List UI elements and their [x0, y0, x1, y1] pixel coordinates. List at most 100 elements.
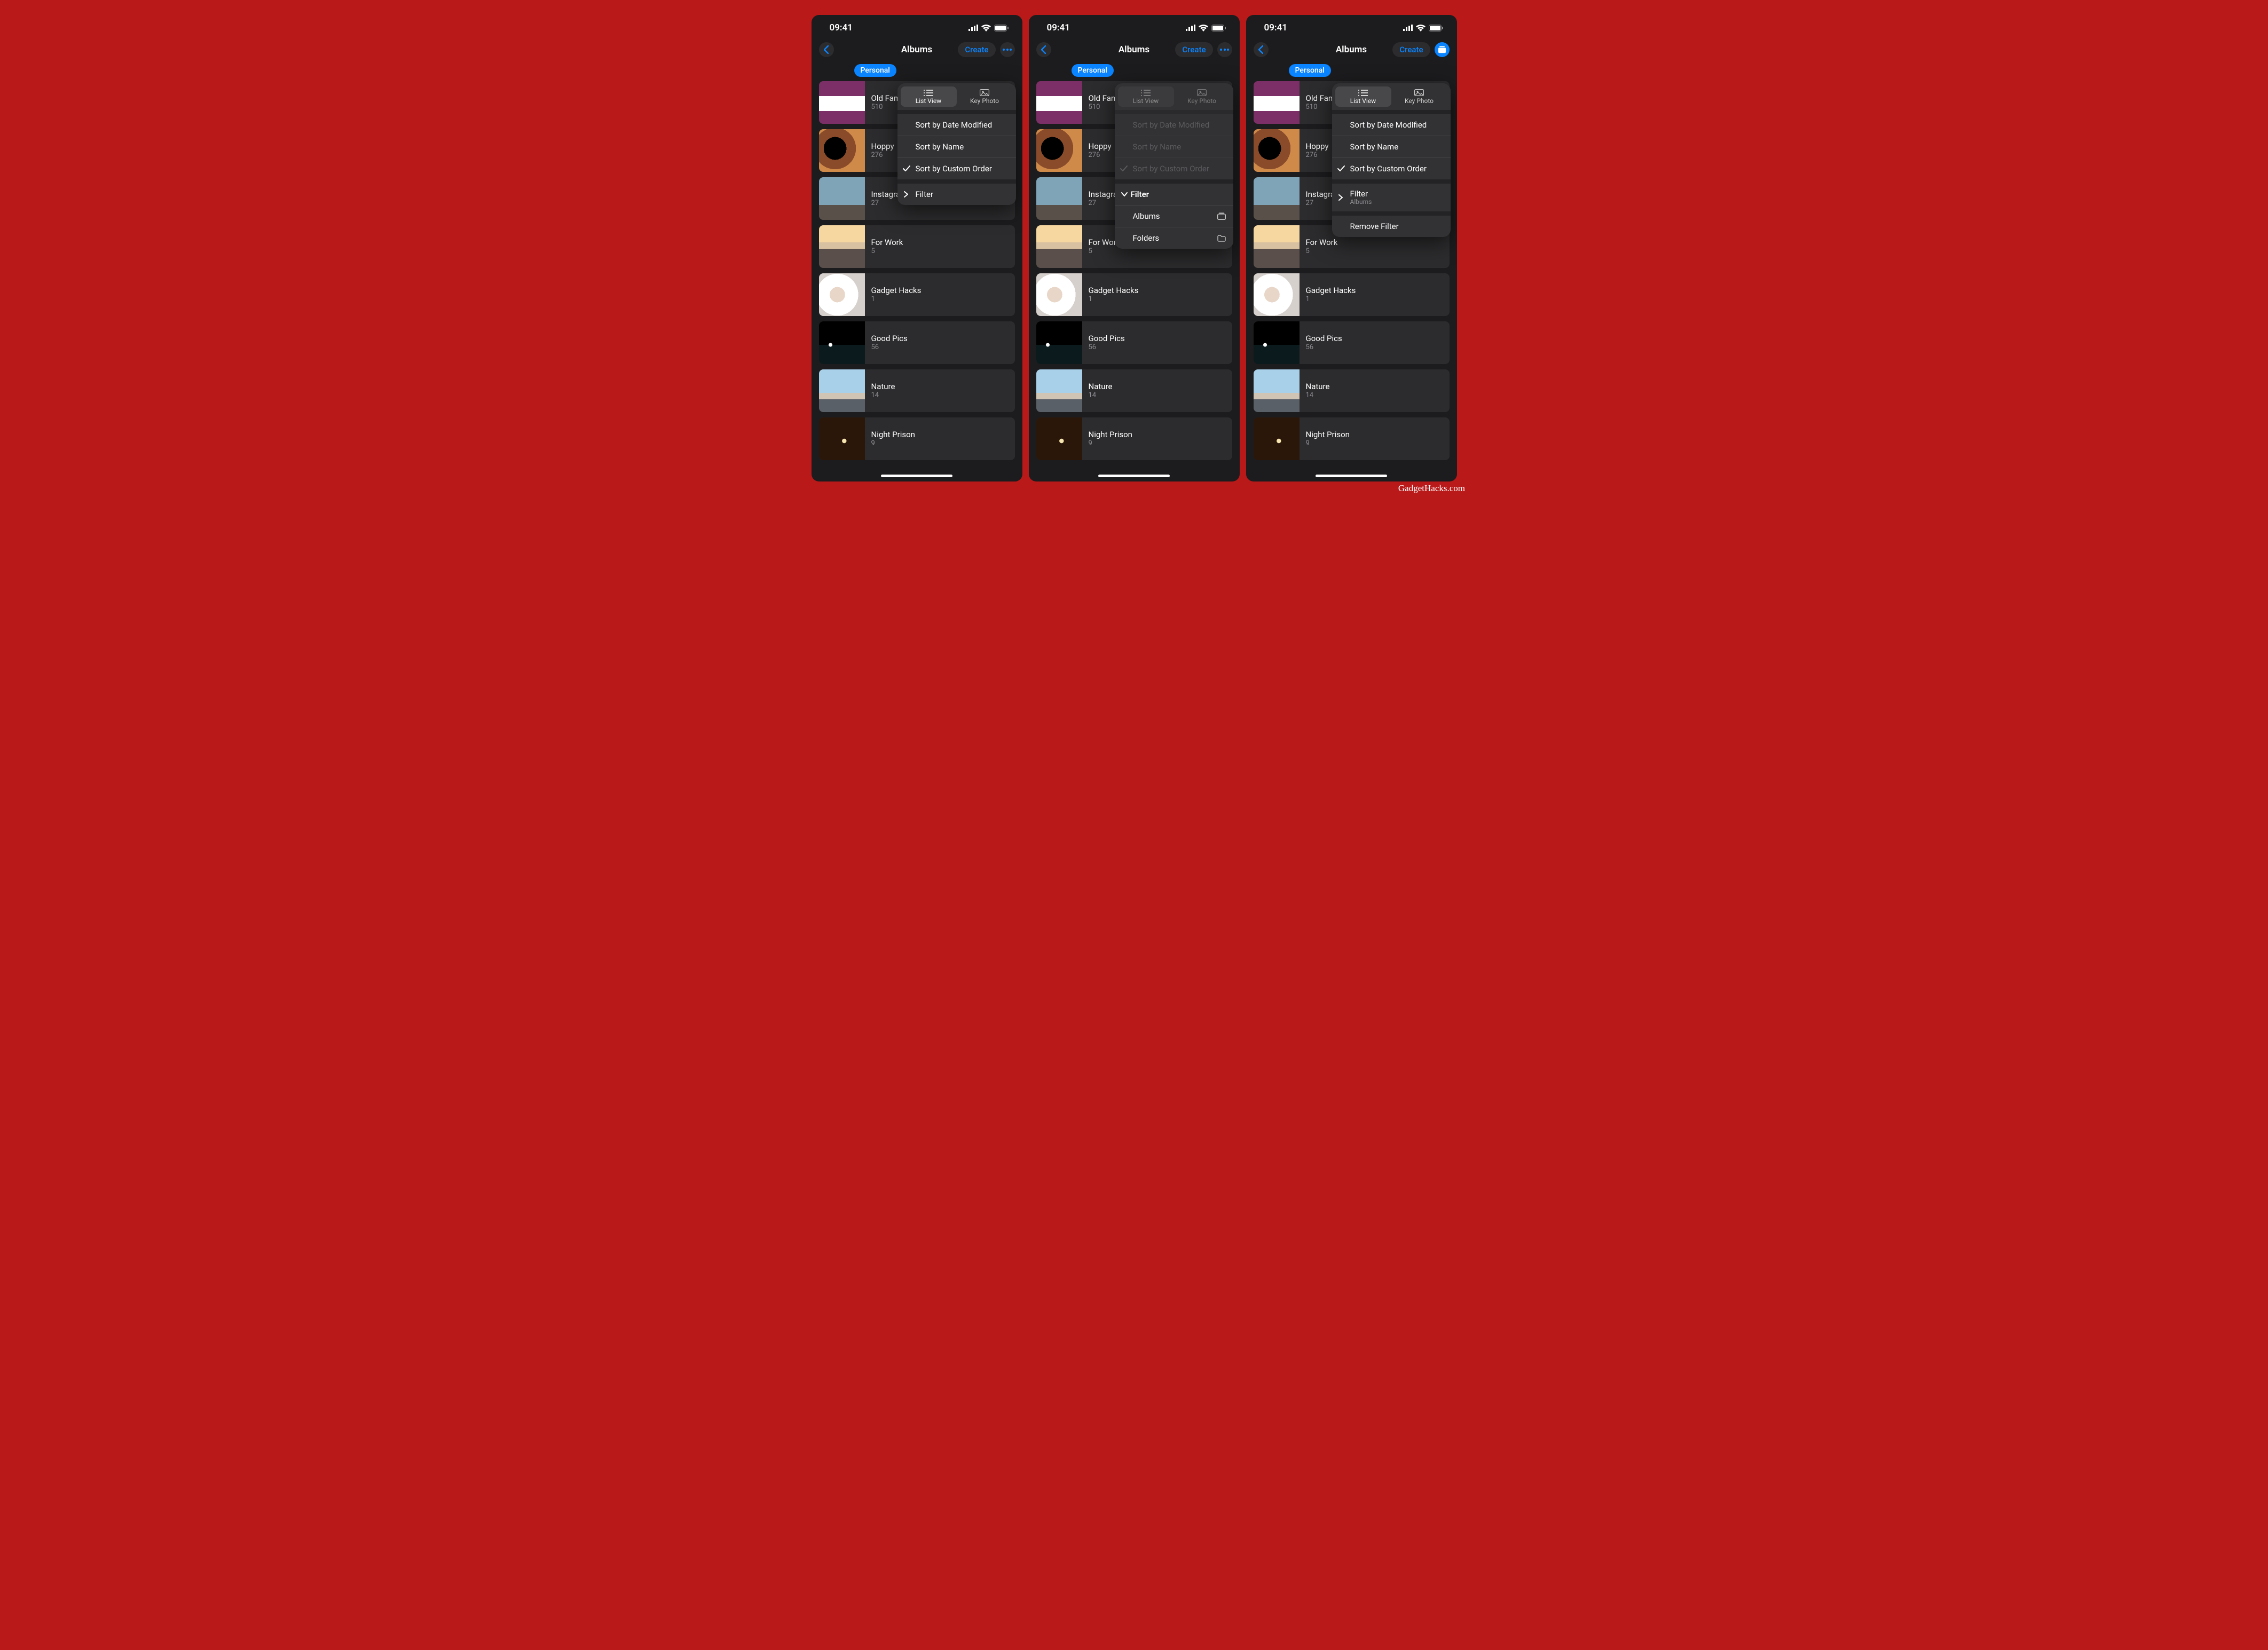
list-view-label: List View: [1133, 97, 1159, 105]
sort-name[interactable]: Sort by Name: [897, 136, 1016, 157]
album-thumb: [1036, 177, 1082, 220]
photo-icon: [1197, 89, 1207, 96]
album-row[interactable]: Nature14: [1036, 369, 1232, 412]
filter-label: Filter: [1350, 189, 1368, 199]
nav-header: Albums Create: [812, 37, 1022, 64]
cellular-icon: [968, 25, 978, 31]
album-row[interactable]: For Work5: [819, 225, 1015, 268]
view-mode-toggle: List View Key Photo: [1115, 83, 1233, 110]
key-photo-toggle[interactable]: Key Photo: [957, 86, 1013, 107]
remove-filter[interactable]: Remove Filter: [1332, 216, 1451, 237]
list-view-toggle[interactable]: List View: [1118, 86, 1174, 107]
sort-name[interactable]: Sort by Name: [1332, 136, 1451, 157]
status-time: 09:41: [1264, 22, 1287, 33]
list-view-toggle[interactable]: List View: [901, 86, 957, 107]
album-name: Night Prison: [1306, 430, 1350, 440]
album-row[interactable]: Good Pics56: [1036, 321, 1232, 364]
phone-screenshot-1: 09:41 Albums Create Personal Old Family …: [812, 15, 1022, 481]
filter-menu[interactable]: Filter Albums: [1332, 184, 1451, 211]
nav-header: Albums Create: [1246, 37, 1457, 64]
back-button[interactable]: [1036, 42, 1051, 57]
key-photo-toggle[interactable]: Key Photo: [1174, 86, 1230, 107]
create-button[interactable]: Create: [958, 42, 995, 57]
home-indicator[interactable]: [1316, 475, 1387, 477]
album-name: Gadget Hacks: [1306, 286, 1356, 296]
sort-custom-order[interactable]: Sort by Custom Order: [1332, 157, 1451, 179]
album-thumb: [1254, 273, 1300, 316]
back-button[interactable]: [819, 42, 834, 57]
album-name: Gadget Hacks: [1089, 286, 1139, 296]
key-photo-label: Key Photo: [1187, 97, 1216, 105]
album-row[interactable]: Good Pics56: [819, 321, 1015, 364]
key-photo-toggle[interactable]: Key Photo: [1391, 86, 1447, 107]
album-name: Night Prison: [871, 430, 915, 440]
album-count: 276: [871, 151, 894, 160]
sort-name[interactable]: Sort by Name: [1115, 136, 1233, 157]
album-thumb: [1254, 225, 1300, 268]
more-button[interactable]: [1000, 42, 1015, 57]
status-bar: 09:41: [812, 15, 1022, 37]
sort-custom-order[interactable]: Sort by Custom Order: [1115, 157, 1233, 179]
sort-custom-order[interactable]: Sort by Custom Order: [897, 157, 1016, 179]
chevron-right-icon: [904, 191, 908, 198]
album-name: For Work: [871, 238, 903, 248]
album-thumb: [1036, 369, 1082, 412]
album-row[interactable]: Good Pics56: [1254, 321, 1450, 364]
sort-date-modified[interactable]: Sort by Date Modified: [897, 114, 1016, 136]
chevron-right-icon: [1338, 194, 1343, 201]
album-thumb: [819, 417, 865, 460]
album-row[interactable]: Night Prison9: [1036, 417, 1232, 460]
list-view-toggle[interactable]: List View: [1335, 86, 1391, 107]
filter-menu[interactable]: Filter: [1115, 184, 1233, 205]
tab-personal[interactable]: Personal: [854, 64, 896, 77]
album-count: 9: [1089, 439, 1132, 448]
home-indicator[interactable]: [881, 475, 952, 477]
album-row[interactable]: Nature14: [1254, 369, 1450, 412]
album-stack-icon: [1217, 212, 1226, 220]
filter-folders[interactable]: Folders: [1115, 227, 1233, 249]
status-icons: [968, 25, 1009, 31]
more-button[interactable]: [1435, 42, 1450, 57]
tab-personal[interactable]: Personal: [1289, 64, 1331, 77]
create-button[interactable]: Create: [1175, 42, 1212, 57]
album-thumb: [1036, 273, 1082, 316]
wifi-icon: [981, 25, 991, 31]
tab-personal[interactable]: Personal: [1072, 64, 1114, 77]
view-options-popover: List View Key Photo Sort by Date Modifie…: [1115, 83, 1233, 249]
album-count: 9: [871, 439, 915, 448]
album-thumb: [1036, 129, 1082, 172]
album-count: 5: [1306, 247, 1338, 256]
phone-screenshot-3: 09:41 Albums Create Personal Old Family …: [1246, 15, 1457, 481]
filter-albums[interactable]: Albums: [1115, 205, 1233, 227]
nav-header: Albums Create: [1029, 37, 1240, 64]
chevron-down-icon: [1121, 192, 1128, 196]
album-thumb: [1254, 321, 1300, 364]
album-thumb: [819, 129, 865, 172]
album-count: 9: [1306, 439, 1350, 448]
battery-icon: [1429, 25, 1443, 31]
album-row[interactable]: Nature14: [819, 369, 1015, 412]
album-count: 5: [871, 247, 903, 256]
album-row[interactable]: Gadget Hacks1: [819, 273, 1015, 316]
album-count: 1: [1089, 295, 1139, 304]
sort-date-modified[interactable]: Sort by Date Modified: [1332, 114, 1451, 136]
home-indicator[interactable]: [1098, 475, 1170, 477]
list-icon: [1358, 90, 1368, 96]
photo-icon: [1414, 89, 1424, 96]
album-row[interactable]: Gadget Hacks1: [1036, 273, 1232, 316]
more-button[interactable]: [1217, 42, 1232, 57]
check-icon: [1337, 165, 1345, 172]
album-row[interactable]: Night Prison9: [819, 417, 1015, 460]
sort-date-modified[interactable]: Sort by Date Modified: [1115, 114, 1233, 136]
battery-icon: [994, 25, 1009, 31]
album-count: 56: [1306, 343, 1342, 352]
back-button[interactable]: [1254, 42, 1269, 57]
album-thumb: [819, 273, 865, 316]
album-row[interactable]: Night Prison9: [1254, 417, 1450, 460]
create-button[interactable]: Create: [1392, 42, 1430, 57]
album-name: For Work: [1306, 238, 1338, 248]
filter-menu[interactable]: Filter: [897, 184, 1016, 205]
album-row[interactable]: Gadget Hacks1: [1254, 273, 1450, 316]
album-thumb: [1036, 225, 1082, 268]
album-count: 276: [1306, 151, 1329, 160]
